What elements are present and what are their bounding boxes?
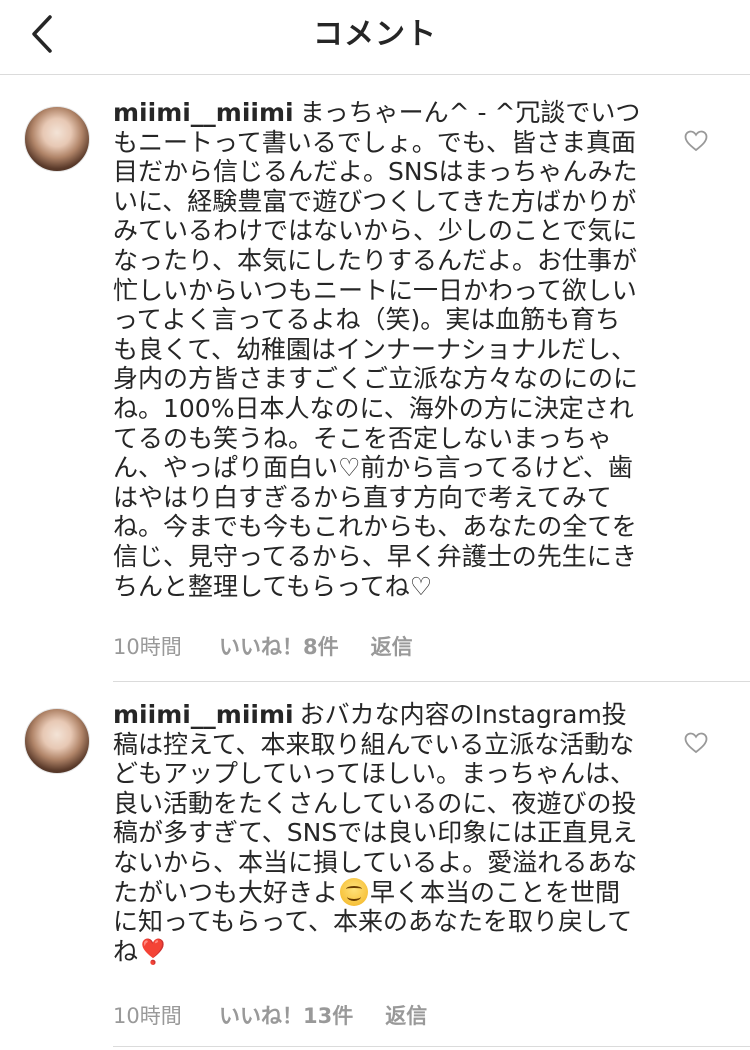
heart-exclamation-emoji-icon: ❣️ — [138, 937, 168, 966]
comment-meta: 10時間 いいね！8件 返信 — [113, 631, 413, 661]
page-title: コメント — [313, 17, 437, 52]
avatar[interactable] — [24, 708, 90, 774]
comment-likes[interactable]: いいね！13件 — [219, 1000, 353, 1030]
comment-text: おバカな内容のInstagram投稿は控えて、本来取り組んでいる立派な活動なども… — [113, 700, 638, 907]
top-navigation-bar: コメント — [0, 0, 750, 75]
comment-likes[interactable]: いいね！8件 — [219, 631, 339, 661]
heart-outline-icon[interactable] — [684, 130, 708, 152]
comment-username[interactable]: miimi__miimi — [113, 700, 294, 729]
comment-time: 10時間 — [113, 635, 182, 659]
comment-username[interactable]: miimi__miimi — [113, 98, 294, 127]
heart-outline-icon[interactable] — [684, 732, 708, 754]
divider — [113, 681, 750, 682]
reply-button[interactable]: 返信 — [371, 631, 413, 661]
comment-meta: 10時間 いいね！13件 返信 — [113, 1000, 427, 1030]
comment-time: 10時間 — [113, 1004, 182, 1028]
avatar[interactable] — [24, 106, 90, 172]
comment-body: miimi__miimi まっちゃーん^ - ^冗談でいつもニートって書いるでしょ… — [113, 98, 643, 601]
smiling-face-emoji-icon — [340, 877, 369, 906]
comment-body: miimi__miimi おバカな内容のInstagram投稿は控えて、本来取り組… — [113, 700, 643, 967]
divider — [113, 1046, 750, 1047]
reply-button[interactable]: 返信 — [385, 1000, 427, 1030]
comment-text: まっちゃーん^ - ^冗談でいつもニートって書いるでしょ。でも、皆さま真面目だか… — [113, 98, 641, 601]
